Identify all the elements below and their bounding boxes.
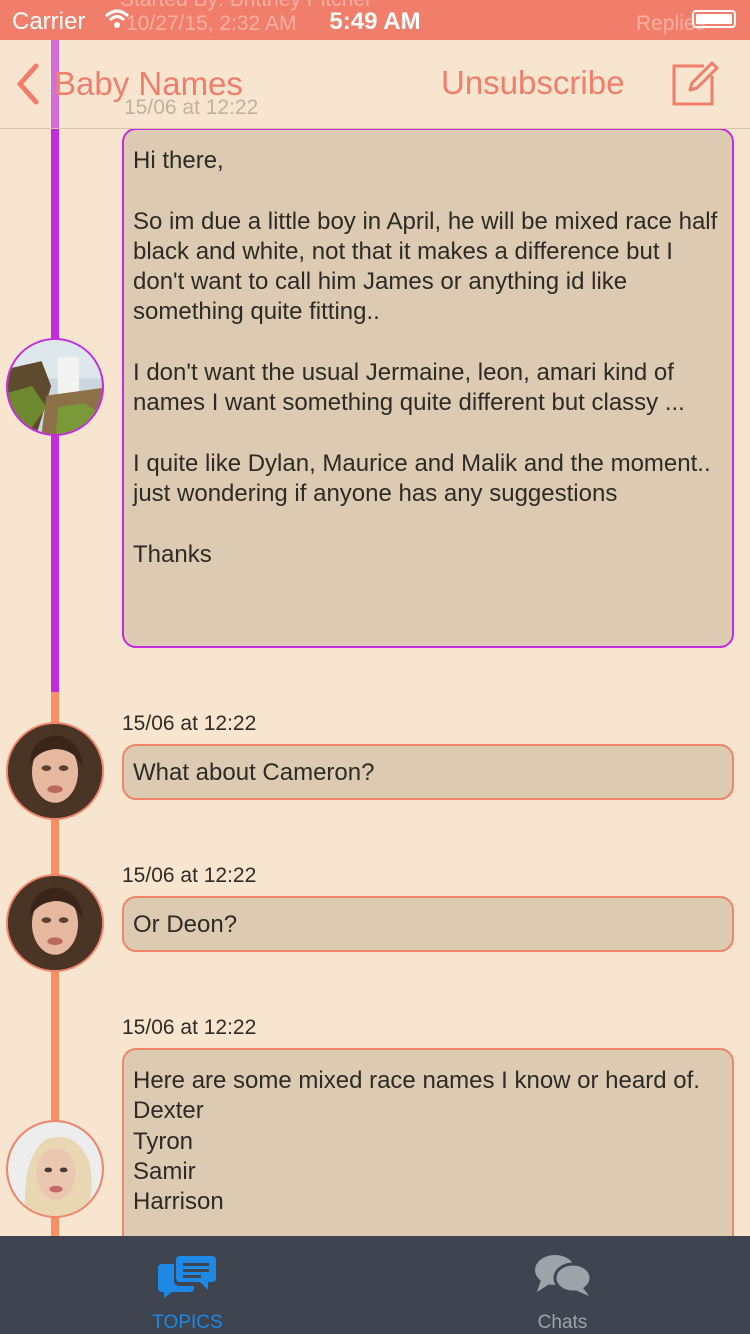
compose-icon[interactable] [668,56,722,110]
battery-icon [692,10,736,28]
chat-bubbles-icon [534,1255,592,1296]
chat-bubbles-icon [157,1256,216,1298]
avatar[interactable] [6,722,104,820]
unsubscribe-button[interactable]: Unsubscribe [441,64,624,102]
tab-bar: TOPICS Chats [0,1236,750,1334]
woman-portrait-avatar-image [8,876,102,970]
message-bubble: Or Deon? [122,896,734,952]
avatar[interactable] [6,874,104,972]
message-bubble: What about Cameron? [122,744,734,800]
post-timestamp: 15/06 at 12:22 [122,1016,257,1039]
navigation-bar: 15/06 at 12:22 Baby Names Unsubscribe [0,40,750,129]
status-time: 5:49 AM [329,8,421,35]
tab-label: TOPICS [152,1312,223,1333]
back-button[interactable]: Baby Names [14,58,243,110]
woman-portrait-avatar-image [8,724,102,818]
post-timestamp: 15/06 at 12:22 [122,712,257,735]
tab-chats[interactable]: Chats [375,1236,750,1334]
message-bubble: Hi there, So im due a little boy in Apri… [122,128,734,648]
tab-topics[interactable]: TOPICS [0,1236,375,1334]
chevron-left-icon [17,63,39,105]
blonde-woman-portrait-avatar-image [8,1122,102,1216]
status-bar: Started By: Brittney Pitcher 10/27/15, 2… [0,0,750,40]
post-timestamp: 15/06 at 12:22 [122,864,257,887]
tab-label: Chats [537,1312,588,1333]
avatar[interactable] [6,338,104,436]
avatar[interactable] [6,1120,104,1218]
waterfall-landscape-avatar-image [8,340,102,434]
back-button-label: Baby Names [54,65,243,102]
